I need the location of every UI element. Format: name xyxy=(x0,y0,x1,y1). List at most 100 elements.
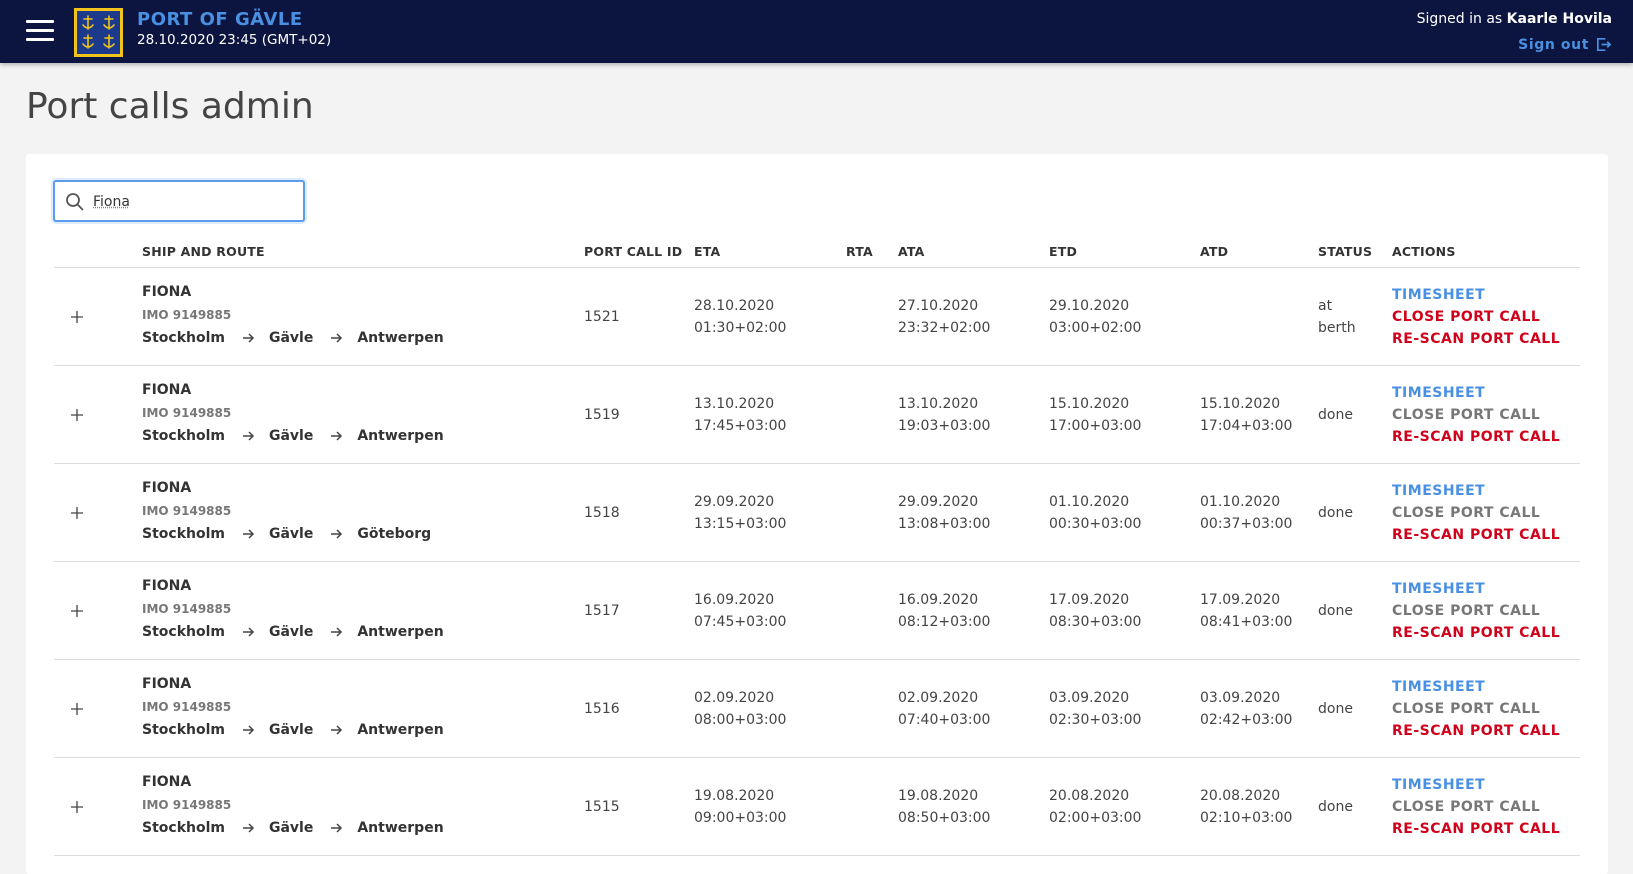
rescan-port-call-link[interactable]: RE-SCAN PORT CALL xyxy=(1392,524,1560,546)
search-input[interactable] xyxy=(93,191,293,213)
table-header: SHIP AND ROUTE PORT CALL ID ETA RTA ATA … xyxy=(54,234,1580,268)
timesheet-link[interactable]: TIMESHEET xyxy=(1392,382,1560,404)
port-call-id: 1521 xyxy=(584,309,620,325)
atd-date: 03.09.2020 xyxy=(1200,690,1281,706)
top-bar: PORT OF GÄVLE 28.10.2020 23:45 (GMT+02) … xyxy=(0,0,1633,63)
table-row: FIONA IMO 9149885 Stockholm Gävle Antwerpen 1… xyxy=(54,758,1580,856)
ata-time: 19:03+03:00 xyxy=(898,418,991,434)
atd-cell: 17.09.2020 08:41+03:00 xyxy=(1200,589,1292,633)
ata-date: 19.08.2020 xyxy=(898,788,979,804)
eta-cell: 28.10.2020 01:30+02:00 xyxy=(694,295,786,339)
status-cell: done xyxy=(1318,796,1353,818)
expand-icon[interactable] xyxy=(68,504,86,522)
route-via: Gävle xyxy=(268,330,314,346)
arrow-right-icon xyxy=(242,333,255,343)
expand-icon[interactable] xyxy=(68,798,86,816)
expand-icon[interactable] xyxy=(68,406,86,424)
route-from: Stockholm xyxy=(142,428,225,444)
expand-icon[interactable] xyxy=(68,700,86,718)
user-name: Kaarle Hovila xyxy=(1506,11,1612,27)
rescan-port-call-link[interactable]: RE-SCAN PORT CALL xyxy=(1392,622,1560,644)
rescan-port-call-link[interactable]: RE-SCAN PORT CALL xyxy=(1392,328,1560,350)
sign-out-label: Sign out xyxy=(1518,36,1589,53)
port-call-id: 1516 xyxy=(584,701,620,717)
ship-route: Stockholm Gävle Antwerpen xyxy=(142,820,444,836)
arrow-right-icon xyxy=(242,823,255,833)
col-ship-and-route: SHIP AND ROUTE xyxy=(142,244,265,259)
atd-cell: 20.08.2020 02:10+03:00 xyxy=(1200,785,1292,829)
etd-date: 17.09.2020 xyxy=(1049,592,1130,608)
ship-route: Stockholm Gävle Antwerpen xyxy=(142,624,444,640)
timesheet-link[interactable]: TIMESHEET xyxy=(1392,676,1560,698)
timesheet-link[interactable]: TIMESHEET xyxy=(1392,774,1560,796)
ship-imo: IMO 9149885 xyxy=(142,798,232,812)
timesheet-link[interactable]: TIMESHEET xyxy=(1392,578,1560,600)
col-port-call-id: PORT CALL ID xyxy=(584,244,683,259)
ata-cell: 13.10.2020 19:03+03:00 xyxy=(898,393,990,437)
ata-time: 23:32+02:00 xyxy=(898,320,991,336)
atd-cell: 03.09.2020 02:42+03:00 xyxy=(1200,687,1292,731)
expand-icon[interactable] xyxy=(68,602,86,620)
atd-time: 08:41+03:00 xyxy=(1200,614,1293,630)
close-port-call-link[interactable]: CLOSE PORT CALL xyxy=(1392,502,1560,524)
sign-out-button[interactable]: Sign out xyxy=(1518,36,1612,53)
route-to: Göteborg xyxy=(357,526,432,542)
ata-time: 08:12+03:00 xyxy=(898,614,991,630)
ship-name: FIONA xyxy=(142,676,192,692)
menu-icon[interactable] xyxy=(26,20,54,42)
ata-cell: 27.10.2020 23:32+02:00 xyxy=(898,295,990,339)
route-to: Antwerpen xyxy=(357,820,444,836)
etd-time: 08:30+03:00 xyxy=(1049,614,1142,630)
status-cell: done xyxy=(1318,698,1353,720)
expand-icon[interactable] xyxy=(68,308,86,326)
ata-date: 16.09.2020 xyxy=(898,592,979,608)
etd-cell: 20.08.2020 02:00+03:00 xyxy=(1049,785,1141,829)
table-row: FIONA IMO 9149885 Stockholm Gävle Göteborg 15… xyxy=(54,464,1580,562)
etd-date: 20.08.2020 xyxy=(1049,788,1130,804)
etd-date: 01.10.2020 xyxy=(1049,494,1130,510)
ata-date: 13.10.2020 xyxy=(898,396,979,412)
status-text: at xyxy=(1318,298,1333,314)
row-actions: TIMESHEET CLOSE PORT CALL RE-SCAN PORT CAL… xyxy=(1392,382,1560,448)
search-box[interactable] xyxy=(53,180,305,222)
eta-cell: 29.09.2020 13:15+03:00 xyxy=(694,491,786,535)
port-name: PORT OF GÄVLE xyxy=(137,9,303,30)
etd-time: 02:30+03:00 xyxy=(1049,712,1142,728)
route-to: Antwerpen xyxy=(357,722,444,738)
arrow-right-icon xyxy=(331,627,343,637)
status-text: done xyxy=(1318,505,1353,521)
eta-cell: 16.09.2020 07:45+03:00 xyxy=(694,589,786,633)
ship-name: FIONA xyxy=(142,284,192,300)
ship-route: Stockholm Gävle Antwerpen xyxy=(142,330,444,346)
close-port-call-link[interactable]: CLOSE PORT CALL xyxy=(1392,600,1560,622)
route-from: Stockholm xyxy=(142,330,225,346)
eta-date: 16.09.2020 xyxy=(694,592,775,608)
rescan-port-call-link[interactable]: RE-SCAN PORT CALL xyxy=(1392,426,1560,448)
etd-date: 15.10.2020 xyxy=(1049,396,1130,412)
ship-imo: IMO 9149885 xyxy=(142,406,232,420)
close-port-call-link[interactable]: CLOSE PORT CALL xyxy=(1392,796,1560,818)
route-from: Stockholm xyxy=(142,722,225,738)
eta-time: 17:45+03:00 xyxy=(694,418,787,434)
sign-out-icon xyxy=(1596,37,1612,52)
ship-name: FIONA xyxy=(142,480,192,496)
rescan-port-call-link[interactable]: RE-SCAN PORT CALL xyxy=(1392,818,1560,840)
timesheet-link[interactable]: TIMESHEET xyxy=(1392,284,1560,306)
eta-time: 13:15+03:00 xyxy=(694,516,787,532)
table-row: FIONA IMO 9149885 Stockholm Gävle Antwerpen 1… xyxy=(54,562,1580,660)
arrow-right-icon xyxy=(331,333,343,343)
col-etd: ETD xyxy=(1049,244,1078,259)
timesheet-link[interactable]: TIMESHEET xyxy=(1392,480,1560,502)
close-port-call-link[interactable]: CLOSE PORT CALL xyxy=(1392,698,1560,720)
rescan-port-call-link[interactable]: RE-SCAN PORT CALL xyxy=(1392,720,1560,742)
port-calls-card: SHIP AND ROUTE PORT CALL ID ETA RTA ATA … xyxy=(26,154,1608,874)
arrow-right-icon xyxy=(242,431,255,441)
etd-cell: 01.10.2020 00:30+03:00 xyxy=(1049,491,1141,535)
close-port-call-link[interactable]: CLOSE PORT CALL xyxy=(1392,404,1560,426)
atd-date: 20.08.2020 xyxy=(1200,788,1281,804)
col-atd: ATD xyxy=(1200,244,1229,259)
close-port-call-link[interactable]: CLOSE PORT CALL xyxy=(1392,306,1560,328)
ata-cell: 29.09.2020 13:08+03:00 xyxy=(898,491,990,535)
ship-name: FIONA xyxy=(142,578,192,594)
table-body: FIONA IMO 9149885 Stockholm Gävle Antwerpen 1… xyxy=(54,268,1580,856)
